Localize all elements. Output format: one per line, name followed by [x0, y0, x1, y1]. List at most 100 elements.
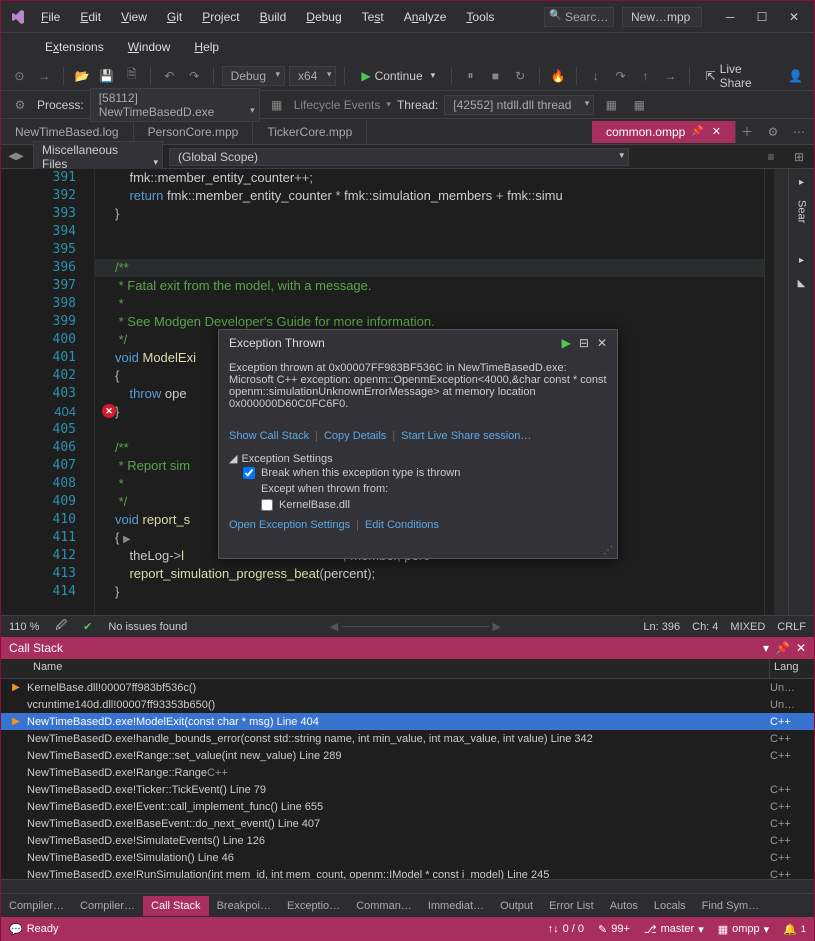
copy-details-link[interactable]: Copy Details — [324, 430, 386, 442]
close-button[interactable]: ✕ — [782, 5, 806, 29]
break-when-checkbox[interactable]: Break when this exception type is thrown — [229, 465, 607, 481]
ptab-immediate[interactable]: Immediat… — [420, 896, 492, 916]
ptab-findsym[interactable]: Find Sym… — [694, 896, 767, 916]
menu-view[interactable]: View — [111, 6, 157, 28]
menu-analyze[interactable]: Analyze — [394, 6, 457, 28]
notifications-icon[interactable]: 🔔1 — [783, 923, 806, 936]
callstack-row[interactable]: NewTimeBasedD.exe!Range::set_value(int n… — [1, 747, 814, 764]
tab-person[interactable]: PersonCore.mpp — [134, 121, 254, 143]
stack-icon[interactable]: ▦ — [600, 94, 622, 116]
menu-debug[interactable]: Debug — [296, 6, 351, 28]
ompp-indicator[interactable]: ▦ ompp ▾ — [718, 923, 769, 936]
menu-window[interactable]: Window — [118, 36, 181, 58]
chevron-icon[interactable]: ▸ — [799, 255, 804, 266]
callstack-row[interactable]: NewTimeBasedD.exe!Simulation() Line 46C+… — [1, 849, 814, 866]
menu-tools[interactable]: Tools — [456, 6, 504, 28]
account-icon[interactable]: 👤 — [785, 65, 806, 87]
play-icon[interactable]: ▶ — [562, 336, 571, 350]
open-icon[interactable]: 📂 — [72, 65, 93, 87]
mode-indicator[interactable]: MIXED — [730, 621, 765, 633]
pause-icon[interactable]: ⏸ — [460, 65, 481, 87]
callstack-row[interactable]: NewTimeBasedD.exe!RunSimulation(int mem_… — [1, 866, 814, 879]
zoom-level[interactable]: 110 % — [9, 621, 39, 633]
callstack-row[interactable]: NewTimeBasedD.exe!SimulateEvents() Line … — [1, 832, 814, 849]
callstack-body[interactable]: ▶KernelBase.dll!00007ff983bf536c()Un…vcr… — [1, 679, 814, 879]
ptab-output[interactable]: Output — [492, 896, 541, 916]
add-icon[interactable]: ＋ — [736, 121, 758, 143]
ptab-errorlist[interactable]: Error List — [541, 896, 602, 916]
config-dropdown[interactable]: Debug — [222, 66, 285, 86]
save-all-icon[interactable]: 🗎 — [121, 65, 142, 87]
step-over-icon[interactable]: ↷ — [610, 65, 631, 87]
callstack-row[interactable]: NewTimeBasedD.exe!Ticker::TickEvent() Li… — [1, 781, 814, 798]
menu-git[interactable]: Git — [157, 6, 192, 28]
back-icon[interactable]: ⊙ — [9, 65, 30, 87]
undo-icon[interactable]: ↶ — [159, 65, 180, 87]
search-vertical-tab[interactable]: Sear — [796, 200, 808, 223]
restart-icon[interactable]: ↻ — [510, 65, 531, 87]
flame-icon[interactable]: 🔥 — [550, 69, 565, 83]
pencil-icon[interactable]: ✎ 99+ — [598, 923, 630, 936]
side-icon[interactable]: ◣ — [798, 278, 806, 289]
horizontal-scrollbar[interactable] — [1, 879, 814, 893]
gear-icon[interactable]: ⚙ — [762, 121, 784, 143]
kernelbase-checkbox[interactable]: KernelBase.dll — [229, 497, 607, 513]
start-liveshare-link[interactable]: Start Live Share session… — [401, 430, 531, 442]
callstack-row[interactable]: NewTimeBasedD.exe!BaseEvent::do_next_eve… — [1, 815, 814, 832]
save-icon[interactable]: 💾 — [96, 65, 117, 87]
eol-indicator[interactable]: CRLF — [777, 621, 806, 633]
stop-icon[interactable]: ■ — [485, 65, 506, 87]
search-input[interactable]: Searc… — [544, 7, 614, 27]
ptab-locals[interactable]: Locals — [646, 896, 694, 916]
ptab-exception[interactable]: Exceptio… — [279, 896, 348, 916]
callstack-row[interactable]: vcruntime140d.dll!00007ff93353b650()Un… — [1, 696, 814, 713]
close-icon[interactable]: ✕ — [796, 641, 806, 655]
show-next-icon[interactable]: → — [660, 65, 681, 87]
step-out-icon[interactable]: ↑ — [635, 65, 656, 87]
callstack-row[interactable]: ▶KernelBase.dll!00007ff983bf536c()Un… — [1, 679, 814, 696]
split2-icon[interactable]: ⊞ — [788, 146, 810, 168]
nav-left-icon[interactable]: ◀▶ — [5, 146, 27, 168]
menu-build[interactable]: Build — [250, 6, 297, 28]
callstack-row[interactable]: ▶NewTimeBasedD.exe!ModelExit(const char … — [1, 713, 814, 730]
minimize-button[interactable]: ─ — [718, 5, 742, 29]
menu-extensions[interactable]: Extensions — [35, 36, 114, 58]
close-icon[interactable]: ✕ — [597, 336, 607, 350]
git-changes[interactable]: ↑↓ 0 / 0 — [548, 923, 584, 935]
tab-log[interactable]: NewTimeBased.log — [1, 121, 134, 143]
live-share-button[interactable]: ⇱Live Share — [698, 60, 782, 92]
step-into-icon[interactable]: ↓ — [585, 65, 606, 87]
resize-handle-icon[interactable]: ⋰ — [219, 545, 617, 558]
ptab-compiler2[interactable]: Compiler… — [72, 896, 143, 916]
thread-dropdown[interactable]: [42552] ntdll.dll thread — [444, 95, 594, 115]
exception-settings-header[interactable]: ◢Exception Settings — [229, 452, 607, 465]
menu-file[interactable]: FFileile — [31, 6, 70, 28]
maximize-button[interactable]: ☐ — [750, 5, 774, 29]
show-call-stack-link[interactable]: Show Call Stack — [229, 430, 309, 442]
tab-ticker[interactable]: TickerCore.mpp — [253, 121, 367, 143]
ptab-breakpoints[interactable]: Breakpoi… — [209, 896, 279, 916]
platform-dropdown[interactable]: x64 — [289, 66, 336, 86]
stack2-icon[interactable]: ▦ — [628, 94, 650, 116]
dropdown-icon[interactable]: ▾ — [763, 641, 769, 655]
pin-icon[interactable]: 📌 — [691, 126, 703, 137]
ptab-compiler1[interactable]: Compiler… — [1, 896, 72, 916]
forward-icon[interactable]: → — [34, 65, 55, 87]
callstack-header[interactable]: Call Stack ▾ 📌 ✕ — [1, 637, 814, 659]
error-icon[interactable]: ✕ — [102, 404, 116, 418]
ptab-autos[interactable]: Autos — [602, 896, 646, 916]
pin-icon[interactable]: 📌 — [775, 641, 790, 655]
menu-project[interactable]: Project — [192, 6, 249, 28]
scope-dropdown[interactable]: Miscellaneous Files — [33, 141, 163, 173]
edit-conditions-link[interactable]: Edit Conditions — [365, 519, 439, 531]
redo-icon[interactable]: ↷ — [184, 65, 205, 87]
minimap[interactable] — [764, 169, 774, 615]
ptab-callstack[interactable]: Call Stack — [143, 896, 209, 916]
split-icon[interactable]: ≡ — [760, 146, 782, 168]
global-scope-dropdown[interactable]: (Global Scope) — [169, 148, 629, 166]
more-icon[interactable]: ⋯ — [788, 121, 810, 143]
callstack-row[interactable]: NewTimeBasedD.exe!handle_bounds_error(co… — [1, 730, 814, 747]
menu-test[interactable]: Test — [352, 6, 394, 28]
process-dropdown[interactable]: [58112] NewTimeBasedD.exe — [90, 88, 260, 122]
issues-label[interactable]: No issues found — [108, 621, 187, 633]
